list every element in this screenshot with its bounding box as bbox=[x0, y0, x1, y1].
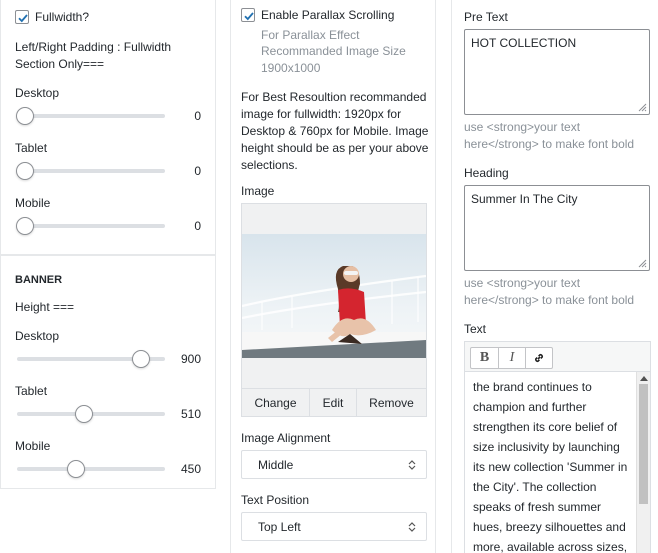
editor-content[interactable]: the brand continues to champion and furt… bbox=[465, 372, 636, 553]
height-desktop-label: Desktop bbox=[15, 329, 60, 343]
format-button-group: B I bbox=[470, 347, 553, 369]
editor-line: the City'. The collection bbox=[473, 480, 597, 494]
padding-desktop-label: Desktop bbox=[15, 86, 60, 100]
link-icon bbox=[534, 353, 544, 363]
resolution-note: For Best Resoultion recommanded image fo… bbox=[241, 90, 429, 172]
image-alignment-value: Middle bbox=[258, 458, 294, 472]
parallax-hint-2: Recommanded Image Size bbox=[261, 44, 406, 58]
height-tablet-label: Tablet bbox=[15, 384, 48, 398]
text-editor: B I the brand continues to champion and … bbox=[464, 341, 651, 553]
parallax-hint-1: For Parallax Effect bbox=[261, 28, 360, 42]
pre-text-hint: use <strong>your text here</strong> to m… bbox=[464, 120, 635, 151]
image-alignment-label: Image Alignment bbox=[241, 431, 331, 445]
checkmark-icon bbox=[244, 12, 254, 21]
heading-hint: use <strong>your text here</strong> to m… bbox=[464, 276, 635, 307]
height-mobile-label: Mobile bbox=[15, 439, 51, 453]
editor-toolbar: B I bbox=[465, 342, 650, 372]
padding-mobile-value: 0 bbox=[194, 219, 201, 233]
padding-desktop-value: 0 bbox=[194, 109, 201, 123]
editor-line: the brand continues to bbox=[473, 380, 592, 394]
banner-title: BANNER bbox=[15, 274, 63, 286]
editor-line: hues, breezy silhouettes and bbox=[473, 520, 626, 534]
image-change-button[interactable]: Change bbox=[242, 388, 309, 417]
height-title: Height === bbox=[15, 300, 75, 314]
editor-line: speaks of fresh summer bbox=[473, 500, 602, 514]
parallax-label: Enable Parallax Scrolling bbox=[261, 8, 395, 22]
checkmark-icon bbox=[18, 14, 28, 23]
banner-panel: BANNER Height === Desktop 900 Tablet 510… bbox=[0, 255, 216, 489]
editor-scroll-thumb[interactable] bbox=[639, 384, 648, 504]
bold-button[interactable]: B bbox=[471, 348, 498, 368]
padding-tablet-thumb[interactable] bbox=[16, 162, 34, 180]
editor-line: size inclusivity by launching bbox=[473, 440, 620, 454]
text-position-select[interactable]: Top Left bbox=[241, 512, 427, 541]
height-desktop-thumb[interactable] bbox=[132, 350, 150, 368]
padding-tablet-label: Tablet bbox=[15, 141, 48, 155]
image-remove-button[interactable]: Remove bbox=[356, 388, 426, 417]
editor-line: champion and further bbox=[473, 400, 587, 414]
heading-field[interactable]: Summer In The City bbox=[464, 185, 650, 271]
image-label: Image bbox=[241, 184, 275, 198]
parallax-checkbox[interactable] bbox=[241, 8, 255, 22]
padding-desktop-track[interactable] bbox=[17, 114, 165, 118]
pre-text-value: HOT COLLECTION bbox=[471, 36, 577, 50]
text-label: Text bbox=[464, 322, 487, 336]
select-arrows-icon bbox=[408, 460, 416, 470]
link-button[interactable] bbox=[525, 348, 552, 368]
padding-desktop-thumb[interactable] bbox=[16, 107, 34, 125]
editor-line: its new collection 'Summer in bbox=[473, 460, 628, 474]
parallax-image-panel: Enable Parallax Scrolling For Parallax E… bbox=[230, 0, 436, 553]
banner-image[interactable] bbox=[242, 234, 426, 358]
padding-tablet-value: 0 bbox=[194, 164, 201, 178]
image-alignment-select[interactable]: Middle bbox=[241, 450, 427, 479]
italic-button[interactable]: I bbox=[498, 348, 525, 368]
editor-scrollbar[interactable] bbox=[636, 372, 650, 553]
heading-label: Heading bbox=[464, 166, 509, 180]
padding-mobile-track[interactable] bbox=[17, 224, 165, 228]
fullwidth-checkbox[interactable] bbox=[15, 10, 29, 24]
padding-tablet-track[interactable] bbox=[17, 169, 165, 173]
resize-grip-icon[interactable] bbox=[638, 259, 647, 268]
pre-text-label: Pre Text bbox=[464, 10, 508, 24]
padding-mobile-label: Mobile bbox=[15, 196, 51, 210]
resize-grip-icon[interactable] bbox=[638, 103, 647, 112]
text-content-panel: Pre Text HOT COLLECTION use <strong>your… bbox=[451, 0, 658, 553]
text-position-value: Top Left bbox=[258, 520, 301, 534]
height-mobile-track[interactable] bbox=[17, 467, 165, 471]
heading-value: Summer In The City bbox=[471, 192, 578, 206]
scroll-up-arrow-icon[interactable] bbox=[640, 375, 648, 381]
padding-title: Left/Right Padding : Fullwidth Section O… bbox=[15, 40, 172, 71]
padding-panel: Fullwidth? Left/Right Padding : Fullwidt… bbox=[0, 0, 216, 255]
image-edit-button[interactable]: Edit bbox=[309, 388, 356, 417]
editor-line: strengthen its core belief of bbox=[473, 420, 618, 434]
height-tablet-thumb[interactable] bbox=[75, 405, 93, 423]
height-tablet-value: 510 bbox=[180, 407, 201, 421]
height-mobile-value: 450 bbox=[180, 462, 201, 476]
image-media-box: Change Edit Remove bbox=[241, 203, 427, 417]
fullwidth-label: Fullwidth? bbox=[35, 10, 90, 24]
height-desktop-value: 900 bbox=[180, 352, 201, 366]
text-position-label: Text Position bbox=[241, 493, 310, 507]
height-mobile-thumb[interactable] bbox=[67, 460, 85, 478]
padding-mobile-thumb[interactable] bbox=[16, 217, 34, 235]
editor-line: more, available across sizes, bbox=[473, 540, 628, 553]
pre-text-field[interactable]: HOT COLLECTION bbox=[464, 29, 650, 115]
select-arrows-icon bbox=[408, 522, 416, 532]
parallax-hint-3: 1900x1000 bbox=[261, 61, 321, 75]
